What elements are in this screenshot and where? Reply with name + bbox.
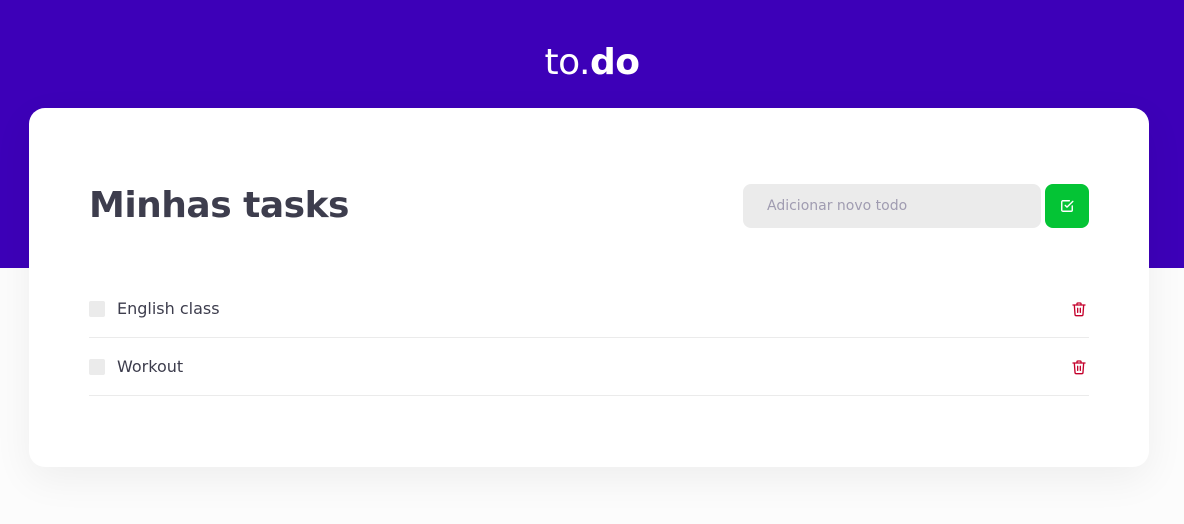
logo-text-bold: do: [589, 42, 640, 83]
task-content: Workout: [89, 357, 183, 376]
task-content: English class: [89, 299, 220, 318]
task-checkbox[interactable]: [89, 358, 105, 375]
trash-icon: [1071, 359, 1087, 375]
app-logo: to.do: [0, 38, 1184, 88]
new-task-input[interactable]: [743, 184, 1041, 228]
add-task-form: [743, 184, 1089, 228]
check-square-icon: [1060, 199, 1074, 213]
task-checkbox[interactable]: [89, 300, 105, 317]
task-label: English class: [117, 299, 220, 318]
logo-text-light: to.: [544, 42, 591, 83]
task-label: Workout: [117, 357, 184, 376]
task-row: Workout: [89, 338, 1089, 396]
add-task-button[interactable]: [1045, 184, 1089, 228]
page-title: Minhas tasks: [89, 185, 349, 226]
delete-task-button[interactable]: [1069, 357, 1089, 377]
task-list: English class Workout: [89, 280, 1089, 396]
tasks-card: Minhas tasks English class: [29, 108, 1149, 467]
delete-task-button[interactable]: [1069, 299, 1089, 319]
task-row: English class: [89, 280, 1089, 338]
trash-icon: [1071, 301, 1087, 317]
